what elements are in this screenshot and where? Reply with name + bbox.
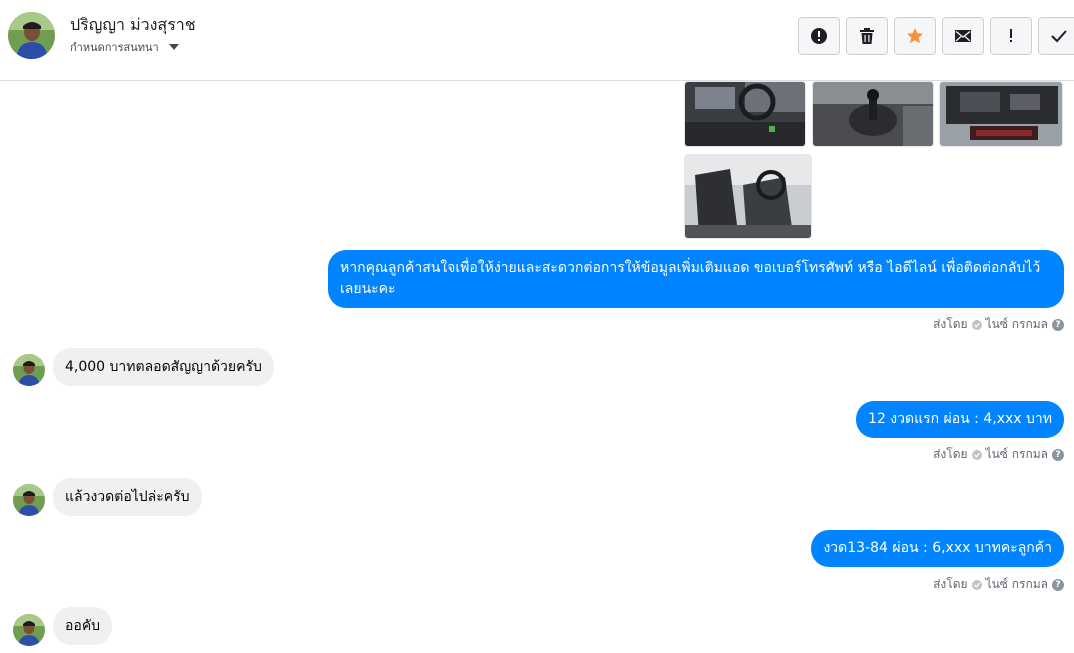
car-engine-photo[interactable] [939, 81, 1063, 147]
car-seats-photo[interactable] [684, 154, 812, 239]
incoming-message[interactable]: 4,000 บาทตลอดสัญญาด้วยครับ [53, 348, 274, 386]
check-circle-icon [971, 579, 982, 590]
sent-by-agent[interactable]: ไนซ์ กรกมล [986, 315, 1048, 334]
sent-by-label: ส่งโดย [933, 317, 968, 331]
help-icon[interactable]: ? [1052, 448, 1064, 461]
star-icon [907, 28, 923, 44]
contact-name[interactable]: ปริญญา ม่วงสุราช [70, 13, 196, 38]
outgoing-message[interactable]: งวด13-84 ผ่อน : 6,xxx บาทคะลูกค้า [811, 530, 1064, 567]
help-icon[interactable]: ? [1052, 578, 1064, 591]
sent-by-info: ส่งโดย ไนซ์ กรกมล ? [933, 445, 1064, 464]
check-circle-icon [971, 319, 982, 330]
avatar[interactable] [13, 354, 45, 386]
mark-unread-button[interactable] [942, 17, 984, 55]
sent-by-info: ส่งโดย ไนซ์ กรกมล ? [933, 575, 1064, 594]
report-button[interactable] [798, 17, 840, 55]
action-toolbar [798, 17, 1074, 55]
alert-circle-icon [811, 28, 827, 44]
conversation-schedule-label: กำหนดการสนทนา [70, 41, 159, 54]
sent-by-info: ส่งโดย ไนซ์ กรกมล ? [933, 315, 1064, 334]
outgoing-message[interactable]: หากคุณลูกค้าสนใจเพื่อให้ง่ายและสะดวกต่อก… [328, 250, 1064, 308]
avatar[interactable] [13, 614, 45, 646]
avatar[interactable] [8, 12, 55, 59]
incoming-message[interactable]: ออคับ [53, 607, 113, 645]
trash-icon [860, 28, 874, 44]
sent-by-agent[interactable]: ไนซ์ กรกมล [986, 445, 1048, 464]
exclamation-icon [1010, 29, 1012, 42]
star-button[interactable] [894, 17, 936, 55]
check-circle-icon [971, 449, 982, 460]
delete-button[interactable] [846, 17, 888, 55]
sent-by-label: ส่งโดย [933, 447, 968, 461]
checkmark-icon [1051, 30, 1067, 43]
incoming-message[interactable]: แล้วงวดต่อไปล่ะครับ [53, 478, 202, 516]
caret-down-icon [168, 44, 179, 50]
car-gear-shift-photo[interactable] [812, 81, 934, 147]
conversation-schedule-dropdown[interactable]: กำหนดการสนทนา [70, 38, 179, 56]
conversation-header: ปริญญา ม่วงสุราช กำหนดการสนทนา [0, 0, 1074, 81]
help-icon[interactable]: ? [1052, 318, 1064, 331]
done-button[interactable] [1038, 17, 1074, 55]
follow-up-button[interactable] [990, 17, 1032, 55]
avatar[interactable] [13, 484, 45, 516]
car-interior-dashboard-photo[interactable] [684, 81, 806, 147]
outgoing-message[interactable]: 12 งวดแรก ผ่อน : 4,xxx บาท [856, 401, 1064, 438]
sent-by-label: ส่งโดย [933, 577, 968, 591]
sent-by-agent[interactable]: ไนซ์ กรกมล [986, 575, 1048, 594]
envelope-icon [955, 30, 971, 42]
